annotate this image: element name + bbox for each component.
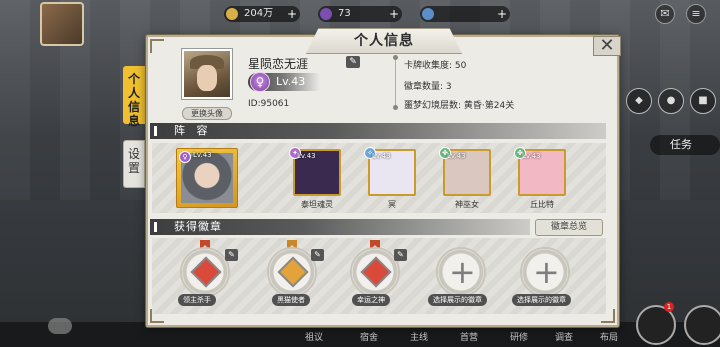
bottom-nav-item[interactable]: 宿舍	[360, 330, 378, 343]
badge-slot[interactable]	[267, 247, 317, 297]
edit-badge-icon[interactable]: ✎	[311, 249, 324, 261]
tab-personal-info-label: 个人信息	[128, 72, 141, 128]
section-bar-icon	[154, 222, 157, 232]
leader-element-icon: ♀	[179, 151, 191, 163]
bottom-nav-item[interactable]: 调查	[555, 330, 573, 343]
gender-female-icon: ♀	[250, 72, 270, 92]
task-button[interactable]: 任务	[650, 135, 720, 155]
edit-badge-icon[interactable]: ✎	[225, 249, 238, 261]
badge-label: 选择展示的徽章	[512, 294, 571, 306]
section-bar-icon	[154, 126, 157, 136]
add-gem-button[interactable]: +	[389, 6, 399, 22]
dialog-corner-ornament	[150, 39, 164, 53]
gem-amount: 73	[338, 8, 351, 19]
edit-name-icon[interactable]: ✎	[346, 56, 360, 68]
player-avatar-topbar[interactable]	[40, 2, 84, 46]
badge-overview-button[interactable]: 徽章总览	[535, 219, 603, 236]
coin-resource: 204万 +	[224, 6, 300, 22]
badge-slot[interactable]	[180, 247, 230, 297]
stat-value: 黄昏·第24关	[463, 101, 515, 111]
stat-value: 50	[454, 61, 467, 71]
add-badge-icon: +	[533, 253, 560, 291]
badge-gem-icon	[190, 256, 222, 288]
notification-badge: 1	[664, 302, 674, 312]
tab-settings-label: 设置	[128, 147, 141, 175]
lineup-card[interactable]: ✦ Lv.43	[289, 147, 341, 196]
badge-gem-icon	[277, 256, 309, 288]
chat-icon[interactable]: ●	[658, 88, 684, 114]
player-id: ID:95061	[248, 99, 290, 109]
lineup-card[interactable]: ✤ Lv.43	[514, 147, 566, 196]
gem-resource: 73 +	[318, 6, 402, 22]
badge-label: 黑猫使者	[272, 294, 310, 306]
badge-gem-icon	[360, 256, 392, 288]
badge-label: 选择展示的徽章	[428, 294, 487, 306]
stat-badge-count: 徽章数量: 3	[404, 79, 452, 92]
leader-card[interactable]: Lv.43 ♀	[176, 148, 238, 208]
menu-icon[interactable]: ≡	[686, 4, 706, 24]
stats-divider	[393, 55, 398, 110]
shop-icon[interactable]: ■	[690, 88, 716, 114]
chat-bubble-icon[interactable]	[48, 318, 72, 334]
card-level: Lv.43	[297, 152, 316, 160]
coin-amount: 204万	[244, 8, 274, 19]
stat-nightmare-floor: 噩梦幻境层数: 黄昏·第24关	[404, 98, 514, 111]
close-button[interactable]: ✕	[593, 36, 621, 56]
coin-icon	[226, 8, 238, 20]
badges-section-header: 获得徽章	[150, 219, 530, 235]
add-badge-icon: +	[449, 253, 476, 291]
stat-card-collection: 卡牌收集度: 50	[404, 58, 466, 71]
change-avatar-button[interactable]: 更换头像	[182, 107, 232, 120]
card-level: Lv.43	[522, 152, 541, 160]
badge-label: 幸运之神	[352, 294, 390, 306]
card-name: 神巫女	[455, 200, 479, 209]
stat-label: 卡牌收集度:	[404, 61, 453, 71]
event-icon[interactable]: ◆	[626, 88, 652, 114]
player-name: 星陨恋无涯	[248, 57, 309, 71]
card-level: Lv.43	[372, 152, 391, 160]
stamina-resource: +	[420, 6, 510, 22]
lineup-card[interactable]: ✧ Lv.43	[364, 147, 416, 196]
tab-personal-info[interactable]: 个人信息	[123, 66, 145, 128]
tab-settings[interactable]: 设置	[123, 140, 145, 188]
leader-level: Lv.43	[193, 151, 212, 159]
card-level: Lv.43	[447, 152, 466, 160]
bottom-nav-item[interactable]: 首营	[460, 330, 478, 343]
card-name: 冥	[388, 200, 396, 209]
add-coin-button[interactable]: +	[287, 6, 297, 22]
add-stamina-button[interactable]: +	[497, 6, 507, 22]
edit-badge-icon[interactable]: ✎	[394, 249, 407, 261]
task-label: 任务	[670, 138, 692, 151]
mail-icon[interactable]: ✉	[655, 4, 675, 24]
bottom-nav-item[interactable]: 主线	[410, 330, 428, 343]
stat-label: 噩梦幻境层数:	[404, 101, 462, 111]
dialog-title: 个人信息	[306, 28, 462, 54]
bottom-nav-item[interactable]: 研修	[510, 330, 528, 343]
stat-value: 3	[445, 82, 452, 92]
stamina-icon	[422, 8, 434, 20]
avatar-face-shape	[197, 65, 217, 91]
badge-label: 领主杀手	[178, 294, 216, 306]
card-name: 泰坦魂灵	[301, 200, 333, 209]
profile-avatar[interactable]	[182, 49, 232, 99]
card-name: 丘比特	[530, 200, 554, 209]
lineup-section-header: 阵 容	[150, 123, 606, 139]
badge-slot[interactable]	[350, 247, 400, 297]
lineup-header-label: 阵 容	[174, 124, 212, 137]
lineup-card[interactable]: ✤ Lv.43	[439, 147, 491, 196]
bottom-nav-item[interactable]: 祖议	[305, 330, 323, 343]
empty-badge-slot[interactable]: +	[436, 247, 486, 297]
empty-badge-slot[interactable]: +	[520, 247, 570, 297]
stat-label: 徽章数量:	[404, 82, 444, 92]
badges-header-label: 获得徽章	[174, 220, 222, 233]
bottom-nav-item[interactable]: 布局	[600, 330, 618, 343]
gem-icon	[320, 8, 332, 20]
collapse-menu-button[interactable]	[684, 305, 720, 345]
